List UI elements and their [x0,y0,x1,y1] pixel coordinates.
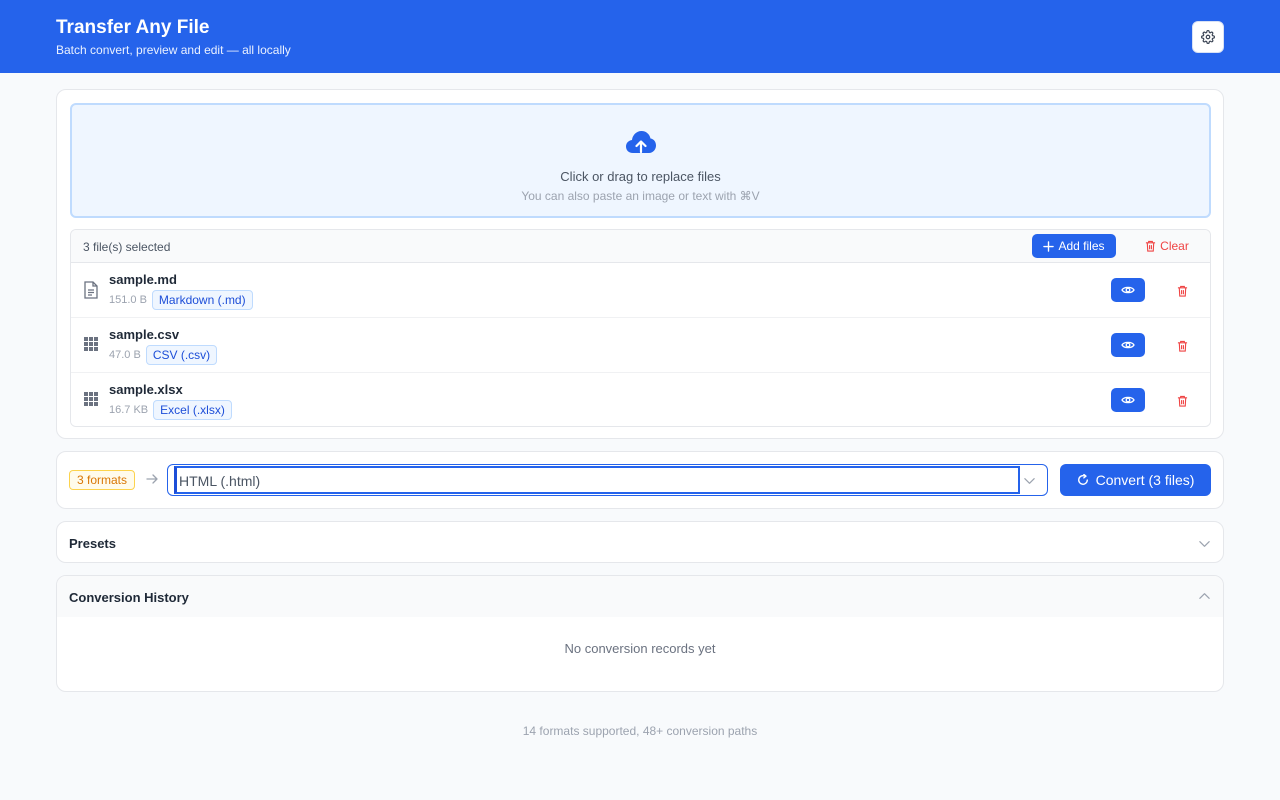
convert-label: Convert (3 files) [1095,472,1195,488]
selected-format: HTML (.html) [179,473,261,489]
history-header[interactable]: Conversion History [57,576,1223,617]
file-name: sample.csv [109,327,180,342]
file-format-badge: CSV (.csv) [145,345,218,365]
grid-icon [84,337,98,351]
add-files-button[interactable]: Add files [1032,234,1116,258]
presets-title: Presets [69,536,116,551]
convert-card: 3 formats HTML (.html) Convert (3 files) [56,451,1224,509]
chevron-up-icon [1199,593,1210,599]
footer-text: 14 formats supported, 48+ conversion pat… [522,724,758,738]
refresh-icon [1077,474,1088,485]
file-list: 3 file(s) selected Add files Clear sampl… [70,229,1211,427]
dropzone-main-text: Click or drag to replace files [560,169,721,184]
file-count: 3 file(s) selected [83,240,171,254]
file-size: 151.0 B [109,294,147,306]
file-format-badge: Excel (.xlsx) [153,400,232,420]
files-card: Click or drag to replace files You can a… [56,89,1224,439]
delete-file-button[interactable] [1171,336,1193,356]
history-title: Conversion History [69,590,189,605]
plus-icon [1043,240,1055,252]
file-name: sample.xlsx [109,382,183,397]
file-size: 47.0 B [109,349,141,361]
trash-icon [1177,340,1187,352]
file-list-header: 3 file(s) selected Add files Clear [71,230,1210,263]
trash-icon [1177,285,1187,297]
file-size: 16.7 KB [109,404,149,416]
arrow-right-icon [146,474,158,484]
history-card: Conversion History No conversion records… [56,575,1224,692]
presets-card[interactable]: Presets [56,521,1224,563]
preview-button[interactable] [1111,388,1145,412]
file-format-badge: Markdown (.md) [151,290,253,310]
add-files-label: Add files [1058,239,1105,253]
convert-button[interactable]: Convert (3 files) [1060,464,1211,496]
file-row: sample.csv 47.0 B CSV (.csv) [71,318,1210,373]
app-header: Transfer Any File Batch convert, preview… [0,0,1280,73]
trash-icon [1177,395,1187,407]
delete-file-button[interactable] [1171,281,1193,301]
preview-button[interactable] [1111,333,1145,357]
document-icon [84,281,98,299]
grid-icon [84,392,98,406]
delete-file-button[interactable] [1171,391,1193,411]
file-dropzone[interactable]: Click or drag to replace files You can a… [70,103,1211,218]
eye-icon [1121,396,1135,404]
formats-count-badge: 3 formats [69,470,136,490]
target-format-select[interactable]: HTML (.html) [167,464,1048,496]
cloud-upload-icon [626,131,656,154]
settings-button[interactable] [1192,21,1224,53]
gear-icon [1201,30,1215,44]
chevron-down-icon [1199,541,1210,547]
history-empty-text: No conversion records yet [564,641,716,656]
chevron-down-icon [1024,478,1035,484]
trash-icon [1146,240,1156,252]
clear-button[interactable]: Clear [1142,234,1192,258]
eye-icon [1121,341,1135,349]
app-title: Transfer Any File [56,17,210,38]
dropzone-sub-text: You can also paste an image or text with… [521,189,760,203]
app-subtitle: Batch convert, preview and edit — all lo… [56,43,291,57]
file-row: sample.xlsx 16.7 KB Excel (.xlsx) [71,373,1210,426]
file-name: sample.md [109,272,177,287]
file-row: sample.md 151.0 B Markdown (.md) [71,263,1210,318]
preview-button[interactable] [1111,278,1145,302]
eye-icon [1121,286,1135,294]
clear-label: Clear [1160,239,1189,253]
